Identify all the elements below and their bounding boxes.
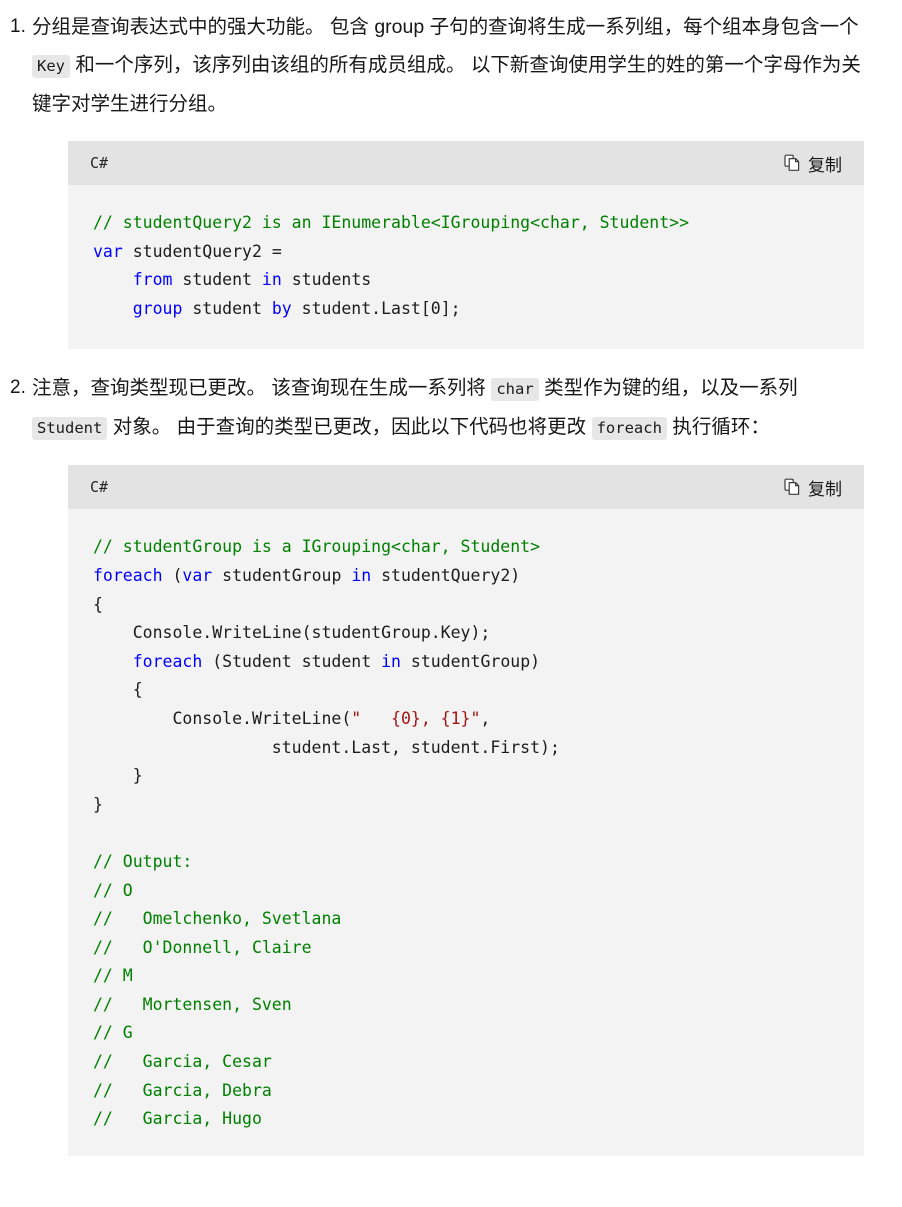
code-content-2[interactable]: // studentGroup is a IGrouping<char, Stu…: [68, 509, 864, 1155]
document-page: 1. 分组是查询表达式中的强大功能。 包含 group 子句的查询将生成一系列组…: [0, 0, 902, 1156]
code-language-label-1: C#: [90, 154, 109, 172]
code-block-1-header: C# 复制: [68, 141, 864, 185]
copy-pages-icon: [784, 478, 801, 496]
list-marker-1: 1.: [10, 16, 26, 37]
inline-code-char: char: [491, 378, 539, 402]
code-content-1[interactable]: // studentQuery2 is an IEnumerable<IGrou…: [68, 185, 864, 349]
code-block-2: C# 复制 // studentGroup is a IGrouping<cha…: [68, 465, 864, 1156]
inline-code-key: Key: [32, 55, 70, 78]
copy-code-label-1: 复制: [808, 155, 842, 175]
paragraph-2: 注意，查询类型现已更改。 该查询现在生成一系列将 char 类型作为键的组，以及…: [32, 369, 902, 447]
copy-pages-icon: [784, 154, 801, 172]
paragraph-2-text-segment-2: 类型作为键的组，以及一系列: [538, 377, 798, 400]
paragraph-2-text-segment-4: 执行循环：: [666, 416, 770, 439]
copy-code-button-2[interactable]: 复制: [780, 473, 846, 502]
copy-code-label-2: 复制: [808, 479, 842, 499]
paragraph-1-text-segment-2: 和一个序列，该序列由该组的所有成员组成。 以下新查询使用学生的姓的第一个字母作为…: [32, 54, 861, 115]
code-block-2-header: C# 复制: [68, 465, 864, 510]
list-item-1: 1. 分组是查询表达式中的强大功能。 包含 group 子句的查询将生成一系列组…: [0, 8, 902, 350]
code-language-label-2: C#: [90, 478, 109, 497]
ordered-step-list: 1. 分组是查询表达式中的强大功能。 包含 group 子句的查询将生成一系列组…: [0, 8, 902, 1156]
paragraph-2-text-segment-3: 对象。 由于查询的类型已更改，因此以下代码也将更改: [107, 416, 592, 439]
list-item-2: 2. 注意，查询类型现已更改。 该查询现在生成一系列将 char 类型作为键的组…: [0, 369, 902, 1156]
list-marker-2: 2.: [10, 377, 26, 399]
copy-code-button-1[interactable]: 复制: [780, 149, 846, 178]
inline-code-foreach: foreach: [591, 417, 667, 441]
code-block-1: C# 复制 // studentQuery2 is an IEnumerable…: [68, 141, 864, 350]
paragraph-1-text-segment-1: 分组是查询表达式中的强大功能。 包含 group 子句的查询将生成一系列组，每个…: [32, 16, 859, 38]
paragraph-2-text-segment-1: 注意，查询类型现已更改。 该查询现在生成一系列将: [32, 377, 492, 400]
paragraph-1: 分组是查询表达式中的强大功能。 包含 group 子句的查询将生成一系列组，每个…: [32, 8, 902, 123]
inline-code-student: Student: [32, 417, 108, 441]
